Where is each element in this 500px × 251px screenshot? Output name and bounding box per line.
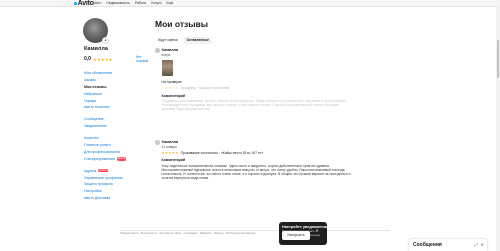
nav-item-auto[interactable]: Авто (94, 1, 101, 5)
reviews-tabs: Ждут оценки Оставленные (155, 37, 213, 44)
review-meta: Продавец · Хорошее состояние (180, 86, 230, 91)
sidebar-item-special-offers[interactable]: Спецпредложения Новое (84, 156, 148, 163)
avito-logo[interactable]: Avito (74, 0, 94, 8)
messenger-controls: ⤢ ✕ (474, 242, 484, 247)
sidebar-item-messages[interactable]: Сообщения (84, 116, 148, 123)
review-comment-heading: Комментарий (161, 93, 186, 98)
sidebar-item-avito-delivery[interactable]: Авито Доставка (84, 195, 148, 202)
review-rating-line: ★★★★★ Проживание состоялось · «Койко мес… (162, 151, 352, 156)
review-stars: ★★★★★ (161, 86, 179, 91)
new-badge: Новое (116, 157, 127, 161)
nav-item-services[interactable]: Услуги (151, 1, 161, 5)
rating-note-link[interactable]: Нет отзывов (136, 55, 150, 64)
rating-stars: ★★★★★ (92, 56, 113, 62)
sidebar-item-notifications[interactable]: Уведомления (84, 123, 148, 130)
rating-value: 0,0 (84, 56, 91, 62)
camera-icon[interactable]: ● (102, 37, 109, 44)
profile-sidebar: Мои объявления Заказы Мои отзывы Избранн… (84, 70, 148, 202)
tab-left-reviews[interactable]: Оставленные (183, 37, 213, 44)
nav-item-jobs[interactable]: Работа (135, 1, 146, 5)
sidebar-item-my-ads[interactable]: Мои объявления (84, 70, 148, 77)
review-date: вчера (161, 52, 171, 57)
review-comment-heading: Комментарий (161, 158, 186, 163)
review-stars: ★★★★★ (161, 150, 179, 155)
sidebar-item-avito-wallet[interactable]: Авито Кошелёк (84, 104, 148, 111)
profile-rating: 0,0 ★★★★★ (84, 56, 113, 63)
top-navigation: Авто Недвижимость Работа Услуги Ещё (94, 1, 173, 5)
review-item-photo[interactable] (161, 60, 173, 77)
sidebar-item-paid-services[interactable]: Платные услуги (84, 142, 148, 149)
sidebar-item-favorites[interactable]: Избранное (84, 91, 148, 98)
new-badge: Новое (97, 169, 108, 173)
tab-awaiting-rating[interactable]: Ждут оценки (155, 37, 181, 44)
scrollbar-thumb[interactable] (497, 40, 499, 78)
review-card: Камилла вчера На проверке ★★★★★ Продавец… (155, 48, 351, 112)
review-author-avatar (155, 140, 160, 145)
configure-notifications-button[interactable]: Настроить (282, 231, 310, 240)
sidebar-item-my-reviews[interactable]: Мои отзывы (84, 84, 148, 91)
review-comment-text: Хочу поделиться положительным отзывом. З… (161, 163, 351, 181)
messenger-panel[interactable]: Сообщения ⤢ ✕ (409, 239, 487, 251)
review-rating-line: ★★★★★ Продавец · Хорошее состояние (162, 86, 352, 91)
sidebar-item-settings[interactable]: Настройки (84, 188, 148, 195)
profile-name: Камилла (84, 46, 108, 52)
expand-icon[interactable]: ⤢ (474, 242, 477, 247)
close-icon[interactable]: ✕ (481, 242, 484, 247)
sidebar-item-wallet[interactable]: Кошелёк (84, 135, 148, 142)
sidebar-item-for-pros[interactable]: Для профессионалов (84, 149, 148, 156)
review-card: Камилла 31 января ★★★★★ Проживание состо… (155, 140, 351, 180)
sidebar-item-addresses[interactable]: Адреса Новое (84, 168, 148, 175)
review-comment-text: Продавец очень вежливый, быстро отвечал … (161, 99, 346, 112)
footer-links[interactable]: Правила Авито · Безопасность · Реклама н… (120, 232, 400, 235)
page-title: Мои отзывы (155, 19, 208, 29)
review-status: На проверке (161, 80, 182, 85)
nav-item-more[interactable]: Ещё (166, 1, 173, 5)
sidebar-item-profile-management[interactable]: Управление профилем (84, 175, 148, 182)
review-meta: Проживание состоялось · «Койко место 18 … (180, 150, 264, 155)
sidebar-item-orders[interactable]: Заказы (84, 77, 148, 84)
review-author-avatar (155, 48, 160, 53)
messenger-title: Сообщения (413, 242, 442, 248)
footer-divider (120, 230, 390, 231)
logo-dot-icon (74, 2, 77, 5)
review-date: 31 января (161, 144, 177, 149)
sidebar-item-garages[interactable]: Гаражи (84, 98, 148, 105)
sidebar-item-profile-security[interactable]: Защита профиля (84, 181, 148, 188)
nav-item-realty[interactable]: Недвижимость (106, 1, 129, 5)
close-icon[interactable]: ✕ (314, 228, 320, 234)
